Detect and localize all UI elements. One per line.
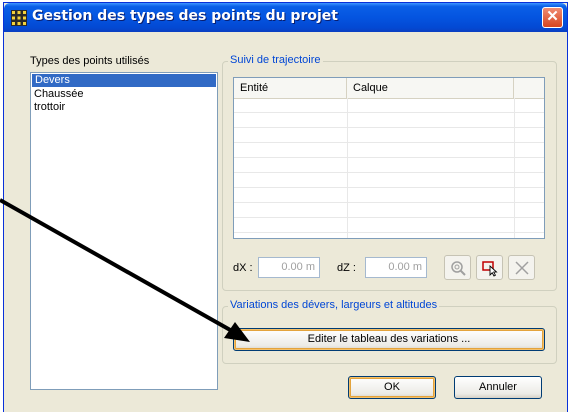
annotation-arrow (0, 198, 250, 342)
